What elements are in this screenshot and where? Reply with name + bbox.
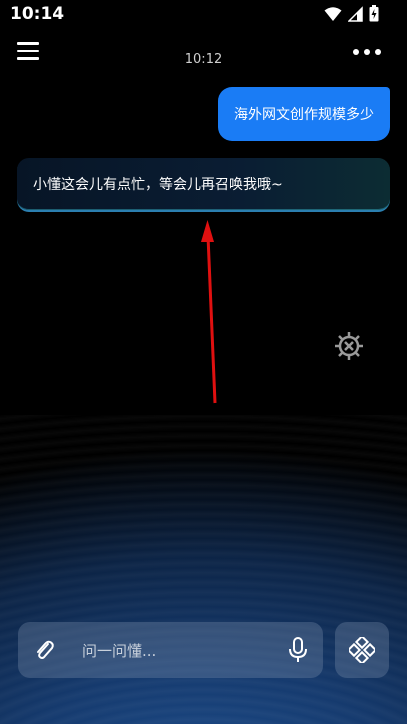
apps-grid-button[interactable]: [335, 622, 389, 678]
diamond-grid-icon: [349, 637, 375, 663]
paperclip-icon[interactable]: [32, 638, 56, 662]
settings-gear-icon[interactable]: [333, 330, 365, 362]
chat-input-bar[interactable]: 问一问懂...: [18, 622, 323, 678]
microphone-icon[interactable]: [287, 637, 309, 663]
chat-input-placeholder[interactable]: 问一问懂...: [82, 640, 156, 661]
